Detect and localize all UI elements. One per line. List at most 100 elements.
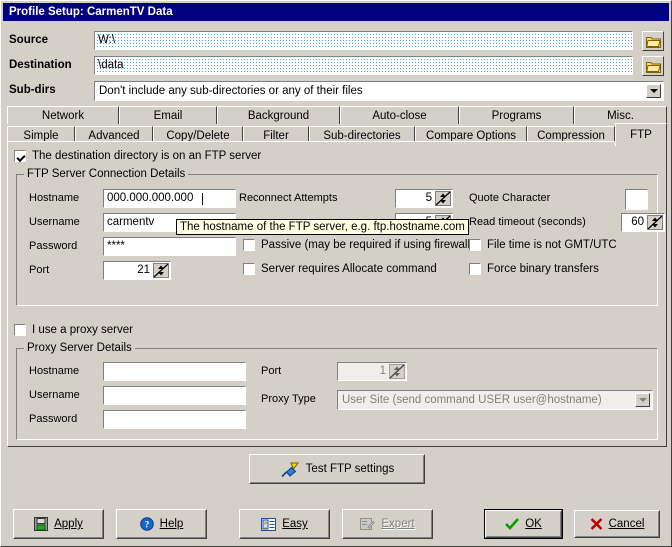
proxy-hostname-label: Hostname	[29, 365, 80, 377]
subdirs-value: Don't include any sub-directories or any…	[99, 85, 363, 97]
tab-label: FTP	[630, 129, 652, 141]
tooltip-text: The hostname of the FTP server, e.g. ftp…	[180, 221, 465, 233]
binary-checkbox[interactable]: Force binary transfers	[469, 263, 599, 275]
tab-label: Filter	[263, 129, 289, 142]
allocate-checkbox[interactable]: Server requires Allocate command	[243, 263, 437, 275]
subdirs-dropdown[interactable]: Don't include any sub-directories or any…	[94, 81, 664, 101]
source-input[interactable]: W:\	[94, 31, 633, 50]
question-circle-icon: ?	[139, 517, 154, 531]
tab-label: Copy/Delete	[166, 129, 230, 142]
ftp-port-label: Port	[29, 264, 50, 276]
help-button[interactable]: ? Help	[116, 509, 207, 539]
easy-label: Easy	[282, 518, 308, 530]
chevron-down-icon[interactable]	[635, 393, 650, 407]
expert-button: Expert	[342, 509, 433, 539]
red-x-icon	[590, 518, 603, 530]
proxy-group: Proxy Server Details Hostname Username P…	[16, 342, 658, 440]
source-label: Source	[9, 34, 48, 46]
quote-character-input[interactable]	[625, 189, 648, 210]
reconnect-attempts-label: Reconnect Attempts	[239, 192, 338, 204]
source-browse-button[interactable]	[642, 31, 664, 51]
profile-setup-dialog: Profile Setup: CarmenTV Data Source W:\ …	[0, 0, 672, 547]
tab-label: Advanced	[88, 129, 140, 142]
ftp-enable-checkbox[interactable]: The destination directory is on an FTP s…	[14, 150, 261, 162]
ok-label: OK	[525, 518, 542, 530]
ftp-username-label: Username	[29, 216, 80, 228]
ftp-username-value: carmentv	[107, 216, 155, 228]
tab-programs[interactable]: Programs	[459, 106, 574, 124]
ftp-password-label: Password	[29, 240, 78, 252]
tab-network[interactable]: Network	[7, 106, 119, 124]
ftp-hostname-input[interactable]: 000.000.000.000	[103, 189, 236, 208]
read-timeout-label: Read timeout (seconds)	[469, 216, 586, 228]
checkbox-icon	[469, 263, 481, 275]
ok-button[interactable]: OK	[485, 510, 562, 538]
ftp-password-value: ****	[107, 240, 125, 252]
tab-ftp[interactable]: FTP	[615, 123, 667, 146]
read-timeout-spinner[interactable]: 60	[621, 213, 665, 232]
proxy-hostname-input[interactable]	[103, 362, 246, 381]
folder-icon	[645, 36, 661, 48]
tab-label: Network	[41, 109, 85, 122]
cancel-label: Cancel	[608, 518, 645, 530]
ftp-connection-group: FTP Server Connection Details Hostname 0…	[16, 168, 665, 306]
subdirs-label: Sub-dirs	[9, 84, 56, 96]
reconnect-attempts-value: 5	[425, 192, 432, 204]
tab-label: Background	[247, 109, 310, 122]
svg-text:?: ?	[144, 520, 149, 530]
pencil-form-icon	[360, 517, 376, 531]
reconnect-attempts-spinner[interactable]: 5	[395, 189, 453, 208]
chevron-down-icon[interactable]	[646, 84, 661, 98]
proxy-username-input[interactable]	[103, 386, 246, 405]
proxy-type-value: User Site (send command USER user@hostna…	[342, 394, 602, 406]
checkbox-icon	[243, 239, 255, 251]
spinner-arrows-icon[interactable]	[153, 263, 169, 278]
checkbox-icon	[469, 239, 481, 251]
easy-button[interactable]: Easy	[239, 509, 330, 539]
binary-label: Force binary transfers	[487, 263, 599, 275]
window-title: Profile Setup: CarmenTV Data	[9, 6, 173, 18]
cancel-button[interactable]: Cancel	[574, 510, 660, 538]
allocate-label: Server requires Allocate command	[261, 263, 437, 275]
quote-character-label: Quote Character	[469, 192, 551, 204]
proxy-enable-label: I use a proxy server	[32, 324, 133, 336]
apply-label: Apply	[54, 518, 83, 530]
tab-misc[interactable]: Misc.	[574, 106, 667, 124]
id-card-icon	[261, 517, 277, 531]
tab-background[interactable]: Background	[217, 106, 340, 124]
ftp-enable-label: The destination directory is on an FTP s…	[32, 150, 262, 162]
floppy-disk-icon	[34, 517, 49, 531]
test-ftp-settings-button[interactable]: Test FTP settings	[249, 454, 425, 484]
ftp-group-title: FTP Server Connection Details	[24, 168, 189, 180]
tab-email[interactable]: Email	[119, 106, 217, 124]
proxy-enable-checkbox[interactable]: I use a proxy server	[14, 324, 133, 336]
destination-browse-button[interactable]	[642, 56, 664, 76]
green-check-icon	[505, 518, 520, 530]
proxy-password-input[interactable]	[103, 410, 246, 429]
help-label: Help	[159, 518, 184, 530]
ftp-hostname-label: Hostname	[29, 192, 80, 204]
checkbox-icon	[14, 324, 26, 336]
ftp-port-value: 21	[137, 264, 150, 276]
spinner-arrows-icon[interactable]	[435, 191, 451, 206]
spinner-arrows-icon[interactable]	[389, 364, 405, 379]
passive-checkbox[interactable]: Passive (may be required if using firewa…	[243, 239, 474, 251]
tab-label: Compare Options	[425, 129, 517, 142]
gmt-checkbox[interactable]: File time is not GMT/UTC	[469, 239, 617, 251]
destination-value: \data	[98, 59, 124, 71]
proxy-port-spinner[interactable]: 1	[337, 362, 407, 381]
apply-button[interactable]: Apply	[13, 509, 104, 539]
proxy-type-dropdown[interactable]: User Site (send command USER user@hostna…	[337, 390, 653, 410]
expert-label: Expert	[381, 518, 415, 530]
proxy-type-label-text: Proxy Type	[261, 393, 316, 405]
spinner-arrows-icon[interactable]	[647, 215, 663, 230]
tab-label: Email	[153, 109, 183, 122]
ftp-port-spinner[interactable]: 21	[103, 261, 171, 280]
proxy-port-value: 1	[379, 365, 386, 377]
tab-auto-close[interactable]: Auto-close	[340, 106, 459, 124]
destination-input[interactable]: \data	[94, 56, 633, 75]
ftp-password-input[interactable]: ****	[103, 237, 236, 256]
test-ftp-settings-label: Test FTP settings	[305, 463, 395, 475]
proxy-password-label: Password	[29, 413, 78, 425]
checkbox-checked-icon	[14, 150, 26, 162]
